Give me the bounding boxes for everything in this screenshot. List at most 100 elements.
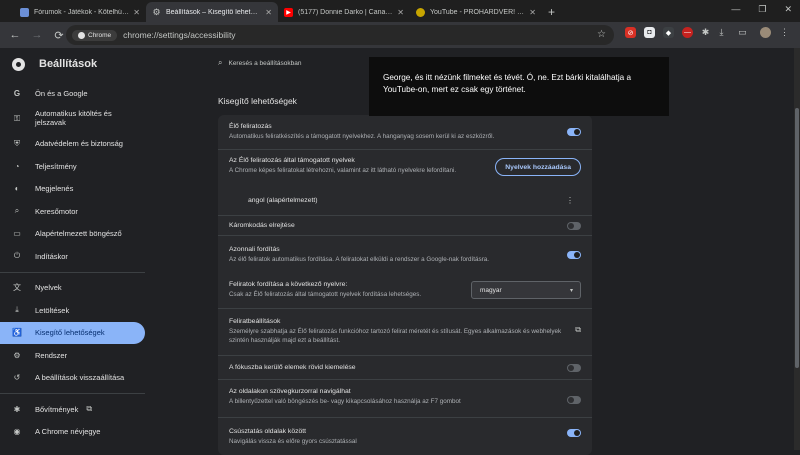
sidebar-item-privacy[interactable]: ⛨ Adatvédelem és biztonság bbox=[0, 133, 145, 156]
search-input[interactable]: Keresés a beállításokban bbox=[228, 60, 301, 67]
browser-window-icon: ▭ bbox=[13, 229, 21, 239]
more-actions-icon[interactable]: ⋮ bbox=[566, 196, 574, 205]
wrench-icon: ⚙ bbox=[13, 350, 21, 360]
sidebar-item-extensions[interactable]: ✱ Bővítmények ⧉ bbox=[0, 398, 145, 421]
row-subtitle: A billentyűzettel való böngészés be- vag… bbox=[229, 398, 461, 405]
select-value: magyar bbox=[480, 286, 502, 294]
focus-highlight-row[interactable]: A fókuszba kerülő elemek rövid kiemelése bbox=[218, 356, 592, 380]
sidebar-item-on-startup[interactable]: ⏻ Indításkor bbox=[0, 245, 145, 268]
search-icon: ⌕ bbox=[14, 206, 20, 216]
download-icon[interactable]: ⤓ bbox=[716, 27, 727, 38]
forum-favicon-icon bbox=[20, 7, 29, 17]
tab-prohardver[interactable]: YouTube - PROHARDVER! Hozzászólások ✕ bbox=[410, 2, 542, 22]
translate-icon: 文 bbox=[13, 283, 21, 293]
close-window-button[interactable]: ✕ bbox=[784, 4, 792, 15]
live-caption-row[interactable]: Élő feliratozás Automatikus feliratkészí… bbox=[218, 115, 592, 150]
sidebar-item-search-engine[interactable]: ⌕ Keresőmotor bbox=[0, 200, 145, 223]
forward-button[interactable]: → bbox=[28, 29, 46, 41]
sidebar-item-label: Ön és a Google bbox=[35, 88, 88, 98]
swipe-navigation-toggle[interactable] bbox=[567, 429, 581, 437]
divider bbox=[0, 393, 145, 394]
window-controls: — ❐ ✕ bbox=[731, 4, 792, 15]
sidebar-item-label: Kisegítő lehetőségek bbox=[35, 328, 105, 338]
sidebar-item-languages[interactable]: 文 Nyelvek bbox=[0, 277, 145, 300]
power-icon: ⏻ bbox=[13, 251, 21, 261]
language-item: angol (alapértelmezett) ⋮ bbox=[218, 186, 592, 216]
close-tab-icon[interactable]: ✕ bbox=[265, 8, 272, 17]
tab-title: YouTube - PROHARDVER! Hozzászólások bbox=[430, 8, 525, 16]
gear-icon: ⚙ bbox=[152, 6, 161, 17]
chrome-icon: ◉ bbox=[13, 427, 21, 437]
sidebar-item-label: Teljesítmény bbox=[35, 161, 77, 171]
add-languages-button[interactable]: Nyelvek hozzáadása bbox=[495, 158, 581, 176]
row-title: Csúsztatás oldalak között bbox=[229, 428, 307, 435]
sidebar-item-downloads[interactable]: ⤓ Letöltések bbox=[0, 299, 145, 322]
menu-kebab-icon[interactable]: ⋮ bbox=[779, 27, 790, 38]
maximize-button[interactable]: ❐ bbox=[758, 4, 766, 15]
sidebar-item-accessibility[interactable]: ♿ Kisegítő lehetőségek bbox=[0, 321, 145, 344]
sidebar-item-you-and-google[interactable]: G Ön és a Google bbox=[0, 82, 145, 105]
chrome-logo-icon bbox=[12, 57, 25, 71]
browser-toolbar: ← → ⟳ Chrome chrome://settings/accessibi… bbox=[0, 22, 800, 48]
key-icon: ⚿ bbox=[13, 113, 21, 123]
new-tab-button[interactable]: + bbox=[548, 5, 555, 19]
sidebar-item-appearance[interactable]: ◐ Megjelenés bbox=[0, 178, 145, 201]
profanity-row[interactable]: Káromkodás elrejtése bbox=[218, 216, 592, 236]
swipe-navigation-row[interactable]: Csúsztatás oldalak között Navigálás viss… bbox=[218, 418, 592, 455]
minimize-button[interactable]: — bbox=[731, 4, 740, 15]
translate-language-select[interactable]: magyar ▾ bbox=[471, 281, 581, 299]
sidebar-item-about-chrome[interactable]: ◉ A Chrome névjegye bbox=[0, 421, 145, 444]
tab-title: (5177) Donnie Darko | Canadian First Tim… bbox=[298, 8, 393, 16]
reset-icon: ↺ bbox=[13, 373, 21, 383]
chip-label: Chrome bbox=[88, 31, 112, 39]
close-tab-icon[interactable]: ✕ bbox=[397, 8, 404, 17]
tab-youtube-donnie[interactable]: ▶ (5177) Donnie Darko | Canadian First T… bbox=[278, 2, 410, 22]
tab-forum[interactable]: Fórumok - Játékok - Kötelhúzás - A csopo… bbox=[14, 2, 146, 22]
focus-highlight-toggle[interactable] bbox=[567, 364, 581, 372]
back-button[interactable]: ← bbox=[6, 29, 24, 41]
prohardver-favicon-icon bbox=[416, 7, 425, 17]
live-translate-toggle[interactable] bbox=[567, 251, 581, 259]
bookmark-star-icon[interactable]: ☆ bbox=[597, 29, 606, 40]
live-translate-row[interactable]: Azonnali fordítás Az élő feliratok autom… bbox=[218, 236, 592, 271]
tab-settings[interactable]: ⚙ Beállítások – Kisegítő lehetőségek ✕ bbox=[146, 2, 278, 22]
extensions-puzzle-icon[interactable]: ✱ bbox=[700, 27, 711, 38]
settings-header: Beállítások bbox=[0, 48, 155, 80]
live-caption-toggle[interactable] bbox=[567, 128, 581, 136]
youtube-icon: ▶ bbox=[284, 7, 293, 17]
row-title: Káromkodás elrejtése bbox=[229, 222, 295, 229]
page-scrollbar[interactable] bbox=[794, 48, 800, 450]
profanity-toggle[interactable] bbox=[567, 222, 581, 230]
row-subtitle: Személyre szabhatja az Élő feliratozás f… bbox=[229, 328, 562, 345]
shield-icon: ⛨ bbox=[14, 138, 20, 148]
row-subtitle: Az élő feliratok automatikus fordítása. … bbox=[229, 256, 490, 263]
sidebar-item-label: Adatvédelem és biztonság bbox=[35, 139, 123, 149]
live-caption-bubble[interactable]: George, és itt nézünk filmeket és tévét.… bbox=[369, 57, 669, 116]
sidebar-item-system[interactable]: ⚙ Rendszer bbox=[0, 344, 145, 367]
page-title: Beállítások bbox=[39, 58, 98, 70]
translate-to-row: Feliratok fordítása a következő nyelvre:… bbox=[218, 271, 592, 309]
extension-dark-icon[interactable]: ◆ bbox=[663, 27, 674, 38]
sidebar-item-label: Letöltések bbox=[35, 305, 70, 315]
sidebar-item-autofill[interactable]: ⚿ Automatikus kitöltés és jelszavak bbox=[0, 105, 145, 133]
extension-square-icon[interactable]: ◘ bbox=[644, 27, 655, 38]
divider bbox=[0, 271, 145, 273]
site-info-chip[interactable]: Chrome bbox=[72, 29, 118, 41]
tab-search-icon[interactable]: ▭ bbox=[737, 27, 748, 38]
extension-red-icon[interactable]: ⊘ bbox=[625, 27, 636, 38]
external-link-icon[interactable]: ⧉ bbox=[575, 325, 581, 335]
url-text: chrome://settings/accessibility bbox=[123, 30, 236, 40]
sidebar-item-reset[interactable]: ↺ A beállítások visszaállítása bbox=[0, 367, 145, 390]
address-bar[interactable]: Chrome chrome://settings/accessibility ☆ bbox=[66, 25, 614, 45]
caret-browsing-toggle[interactable] bbox=[567, 396, 581, 404]
scrollbar-thumb[interactable] bbox=[795, 108, 799, 368]
extension-block-icon[interactable]: — bbox=[682, 27, 693, 38]
close-tab-icon[interactable]: ✕ bbox=[133, 8, 140, 17]
caption-preferences-row[interactable]: Feliratbeállítások Személyre szabhatja a… bbox=[218, 309, 592, 356]
caret-browsing-row[interactable]: Az oldalakon szövegkurzorral navigálhat … bbox=[218, 380, 592, 418]
sidebar-item-default-browser[interactable]: ▭ Alapértelmezett böngésző bbox=[0, 223, 145, 246]
chrome-icon bbox=[78, 31, 85, 39]
sidebar-item-performance[interactable]: ◔ Teljesítmény bbox=[0, 155, 145, 178]
profile-avatar[interactable] bbox=[760, 27, 771, 38]
close-tab-icon[interactable]: ✕ bbox=[529, 8, 536, 17]
